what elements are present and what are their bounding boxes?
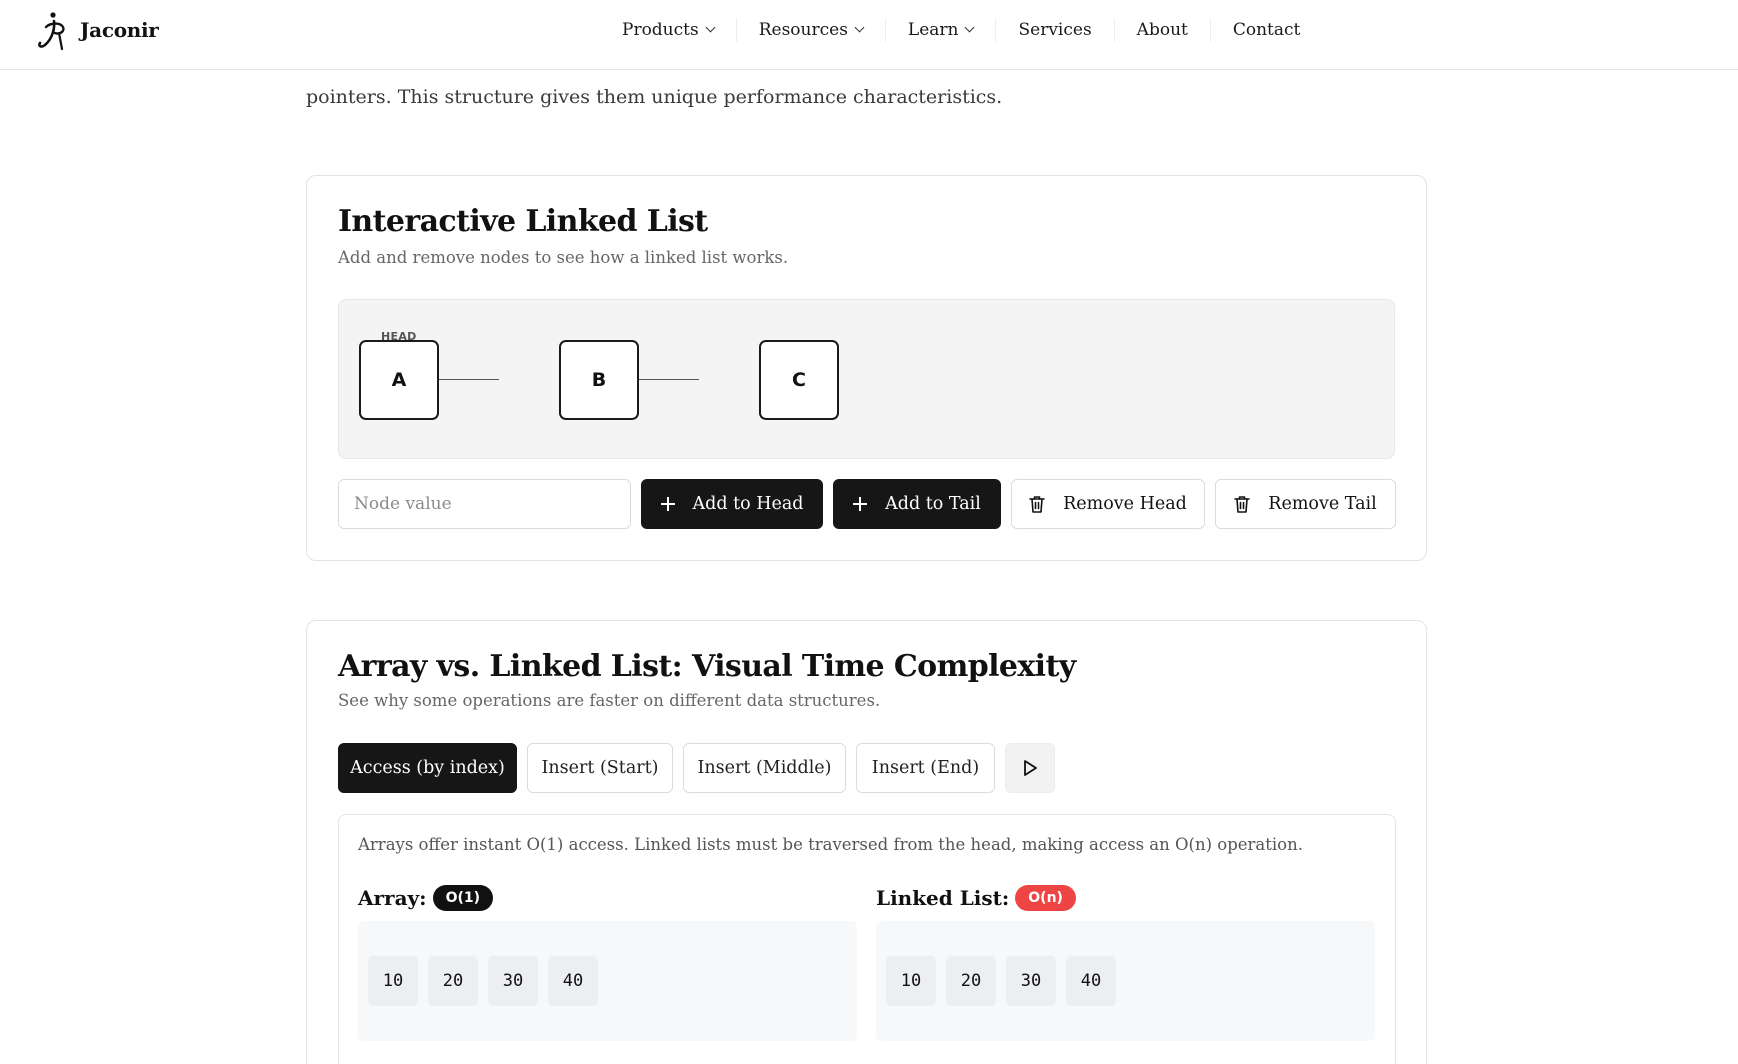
linked-list-card: Interactive Linked List Add and remove n… [306,175,1427,561]
node-value-input[interactable] [338,479,631,529]
nav-label: Services [1018,20,1092,40]
chevron-down-icon [705,22,716,33]
structure-name: Array: [358,886,427,910]
complexity-card: Array vs. Linked List: Visual Time Compl… [306,620,1427,1064]
site-header: Jaconir Products Resources Learn Service… [0,0,1738,70]
nav-item-resources[interactable]: Resources [737,18,886,42]
card-subtitle: See why some operations are faster on di… [338,691,881,710]
trash-icon [1029,496,1045,513]
complexity-badge: O(1) [432,885,494,911]
array-visual: 10 20 30 40 [358,921,857,1041]
nav-item-learn[interactable]: Learn [886,18,997,42]
operation-description: Arrays offer instant O(1) access. Linked… [358,835,1303,854]
plus-icon [853,497,868,511]
array-cell: 20 [428,956,478,1006]
tab-insert-middle[interactable]: Insert (Middle) [683,743,846,793]
nav-label: Learn [907,20,959,40]
list-cell: 20 [946,956,996,1006]
button-label: Add to Tail [885,494,981,514]
node-link-arrow [639,379,699,380]
linked-list-canvas: HEAD A B C [338,299,1395,459]
nav-label: Products [622,20,699,40]
remove-head-button[interactable]: Remove Head [1011,479,1205,529]
brand-logo[interactable]: Jaconir [36,9,159,51]
tab-insert-start[interactable]: Insert (Start) [527,743,673,793]
main-nav: Products Resources Learn Services About … [600,0,1322,60]
nav-item-contact[interactable]: Contact [1211,18,1323,42]
card-title: Interactive Linked List [338,204,708,239]
card-title: Array vs. Linked List: Visual Time Compl… [338,649,1076,684]
play-icon [1024,760,1037,776]
node-link-arrow [439,379,499,380]
button-label: Add to Head [692,494,804,514]
linked-list-visual: 10 20 30 40 [876,921,1375,1041]
linked-list-structure: Linked List: O(n) 10 20 30 40 [876,883,1375,1041]
remove-tail-button[interactable]: Remove Tail [1215,479,1396,529]
card-subtitle: Add and remove nodes to see how a linked… [338,248,789,267]
structure-header: Array: O(1) [358,883,857,913]
brand-mark-icon [38,12,65,51]
button-label: Remove Head [1063,494,1187,514]
button-label: Remove Tail [1268,494,1377,514]
list-node: A [359,340,439,420]
tab-insert-end[interactable]: Insert (End) [856,743,995,793]
nav-item-services[interactable]: Services [996,18,1115,42]
plus-icon [660,497,675,511]
add-to-tail-button[interactable]: Add to Tail [833,479,1001,529]
play-animation-button[interactable] [1005,743,1055,793]
array-cell: 10 [368,956,418,1006]
add-to-head-button[interactable]: Add to Head [641,479,823,529]
list-node: B [559,340,639,420]
structure-name: Linked List: [876,886,1010,910]
array-structure: Array: O(1) 10 20 30 40 [358,883,857,1041]
list-cell: 40 [1066,956,1116,1006]
complexity-panel: Arrays offer instant O(1) access. Linked… [338,814,1396,1064]
nav-item-products[interactable]: Products [600,18,737,42]
chevron-down-icon [965,22,975,33]
structure-header: Linked List: O(n) [876,883,1375,913]
tab-access-by-index[interactable]: Access (by index) [338,743,517,793]
trash-icon [1234,496,1251,513]
nav-label: About [1136,20,1188,40]
intro-paragraph: pointers. This structure gives them uniq… [306,86,1003,108]
array-cell: 40 [548,956,598,1006]
nav-item-about[interactable]: About [1115,18,1211,42]
array-cell: 30 [488,956,538,1006]
brand-name: Jaconir [80,18,159,42]
list-cell: 30 [1006,956,1056,1006]
list-cell: 10 [886,956,936,1006]
nav-label: Resources [758,20,848,40]
complexity-badge: O(n) [1015,885,1076,911]
nav-label: Contact [1232,20,1301,40]
list-node: C [759,340,839,420]
chevron-down-icon [854,22,865,33]
